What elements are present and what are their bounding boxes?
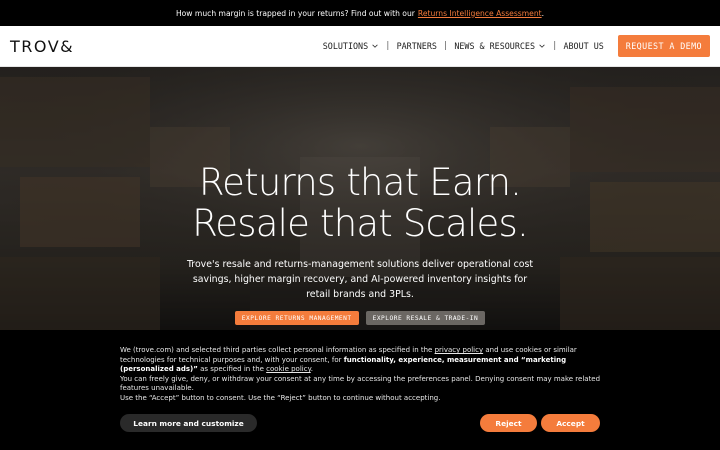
nav-label-solutions: SOLUTIONS (322, 41, 369, 51)
cookie-consent-text: We (trove.com) and selected third partie… (120, 346, 605, 404)
nav-item-solutions[interactable]: SOLUTIONS (317, 41, 385, 51)
hero-section: Returns that Earn. Resale that Scales. T… (0, 67, 720, 330)
announcement-suffix: . (541, 8, 545, 18)
cookie-policy-link[interactable]: cookie policy (266, 365, 311, 373)
nav-label-about-us: ABOUT US (563, 41, 604, 51)
cookie-consent-banner: We (trove.com) and selected third partie… (0, 330, 720, 450)
hero-title: Returns that Earn. Resale that Scales. (0, 162, 720, 244)
cookie-text-part: as specified in the (197, 365, 267, 374)
nav-item-partners[interactable]: PARTNERS (391, 41, 443, 51)
announcement-text: How much margin is trapped in your retur… (175, 8, 415, 18)
reject-button[interactable]: Reject (480, 414, 537, 432)
explore-returns-button[interactable]: EXPLORE RETURNS MANAGEMENT (234, 311, 359, 325)
returns-assessment-link[interactable]: Returns Intelligence Assessment (418, 9, 542, 18)
cookie-paragraph-1: We (trove.com) and selected third partie… (120, 346, 605, 375)
cookie-text-part: . (310, 365, 313, 374)
nav-label-partners: PARTNERS (396, 41, 437, 51)
privacy-policy-link[interactable]: privacy policy (435, 346, 484, 354)
cookie-paragraph-3: Use the “Accept” button to consent. Use … (120, 393, 441, 402)
nav-item-news-resources[interactable]: NEWS & RESOURCES (448, 41, 552, 51)
cookie-paragraph-2: You can freely give, deny, or withdraw y… (120, 374, 601, 393)
chevron-down-icon (372, 44, 378, 48)
nav-label-news-resources: NEWS & RESOURCES (454, 41, 536, 51)
main-nav: SOLUTIONS | PARTNERS | NEWS & RESOURCES … (317, 35, 710, 57)
hero-subtitle: Trove's resale and returns-management so… (186, 259, 534, 300)
site-header: TROV& SOLUTIONS | PARTNERS | NEWS & RESO… (0, 26, 720, 67)
trove-logo[interactable]: TROV& (10, 37, 74, 56)
hero-buttons: EXPLORE RETURNS MANAGEMENT EXPLORE RESAL… (0, 311, 720, 325)
hero-title-line1: Returns that Earn. (198, 161, 522, 204)
announcement-bar: How much margin is trapped in your retur… (0, 0, 720, 26)
chevron-down-icon (539, 44, 545, 48)
nav-item-about-us[interactable]: ABOUT US (557, 41, 609, 51)
request-demo-button[interactable]: REQUEST A DEMO (617, 35, 710, 57)
explore-resale-button[interactable]: EXPLORE RESALE & TRADE-IN (365, 311, 486, 325)
hero-title-line2: Resale that Scales. (192, 202, 529, 245)
accept-button[interactable]: Accept (541, 414, 600, 432)
cookie-text-part: We (trove.com) and selected third partie… (120, 346, 435, 354)
learn-more-customize-button[interactable]: Learn more and customize (120, 414, 257, 432)
